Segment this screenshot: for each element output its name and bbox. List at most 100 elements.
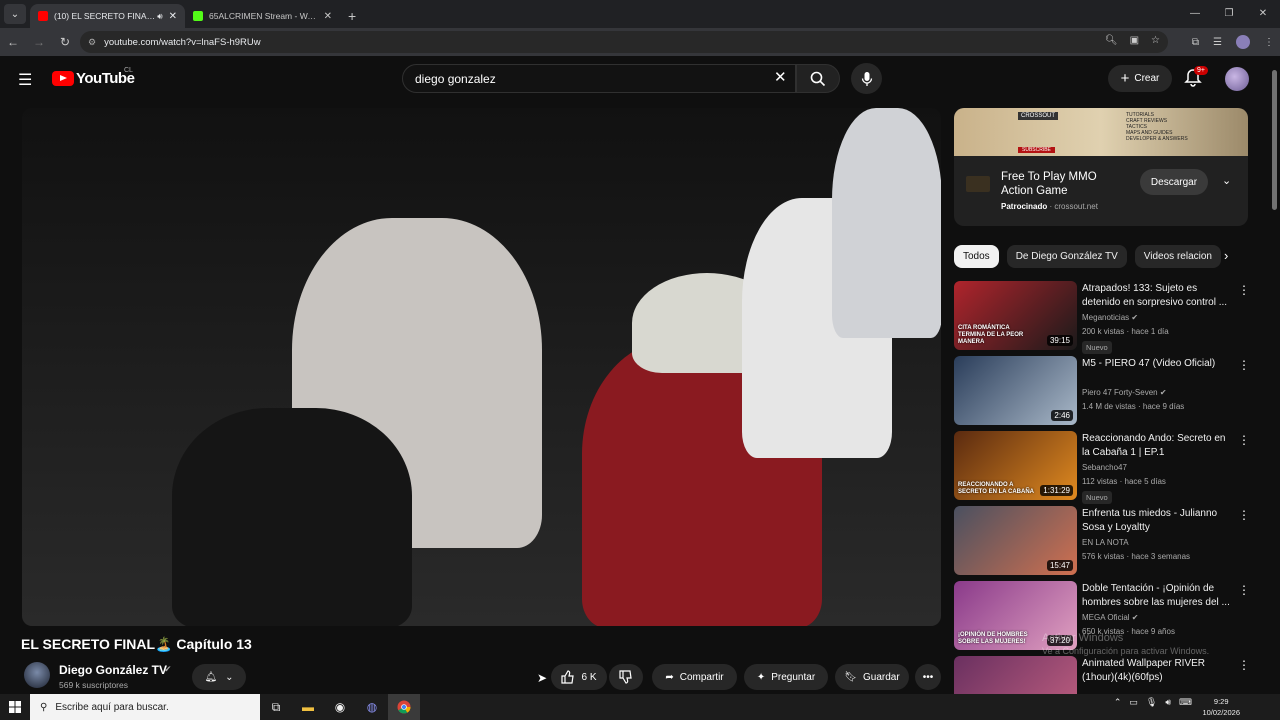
channel-avatar[interactable] [24, 662, 50, 688]
recommendation-title[interactable]: Animated Wallpaper RIVER (1hour)(4k)(60f… [1082, 657, 1230, 685]
recommendation-channel[interactable]: Piero 47 Forty-Seven ✔ [1082, 388, 1167, 397]
bookmark-star-icon[interactable]: ☆ [1151, 35, 1160, 46]
more-vertical-icon[interactable]: ⋮ [1238, 508, 1250, 522]
clear-search-icon[interactable]: ✕ [774, 68, 787, 86]
file-explorer-icon[interactable]: ▬ [292, 694, 324, 720]
recommendation-item[interactable]: REACCIONANDO A SECRETO EN LA CABAÑA 1:31:… [954, 431, 1254, 506]
site-info-icon[interactable]: ⚙ [88, 37, 96, 48]
chrome-icon[interactable] [388, 694, 420, 720]
recommendation-title[interactable]: Enfrenta tus miedos - Julianno Sosa y Lo… [1082, 507, 1230, 535]
more-vertical-icon[interactable]: ⋮ [1238, 358, 1250, 372]
volume-icon[interactable]: 🔊︎ [1165, 697, 1171, 708]
subscription-bell-button[interactable]: 🔔︎ ⌄ [192, 664, 246, 690]
video-thumbnail[interactable]: 2:46 [954, 356, 1077, 425]
dislike-button[interactable] [609, 664, 643, 690]
search-query: diego gonzalez [415, 71, 496, 86]
zoom-icon[interactable]: 🔍︎ [1105, 35, 1118, 46]
recommendation-title[interactable]: Doble Tentación - ¡Opinión de hombres so… [1082, 582, 1230, 610]
more-actions-button[interactable]: ••• [915, 664, 941, 690]
extensions-icon[interactable]: ⧉ [1192, 37, 1199, 48]
back-icon[interactable]: ← [0, 35, 26, 49]
reading-list-icon[interactable]: ☰ [1213, 37, 1222, 48]
youtube-favicon-icon [38, 11, 48, 21]
sponsored-label: Patrocinado [1001, 202, 1048, 211]
recommendation-channel[interactable]: Sebancho47 [1082, 463, 1127, 472]
tab-close-icon[interactable]: ✕ [169, 11, 177, 22]
ad-download-button[interactable]: Descargar [1140, 169, 1208, 195]
windows-start-icon[interactable] [0, 694, 30, 720]
recommendation-item[interactable]: CITA ROMÁNTICA TERMINA DE LA PEOR MANERA… [954, 281, 1254, 356]
account-avatar[interactable] [1225, 67, 1249, 91]
more-vertical-icon[interactable]: ⋮ [1238, 283, 1250, 297]
recommendation-channel[interactable]: MEGA Oficial ✔ [1082, 613, 1139, 622]
search-input[interactable]: diego gonzalez [402, 64, 796, 93]
browser-menu-icon[interactable]: ⋮ [1264, 37, 1274, 48]
recommendation-title[interactable]: M5 - PIERO 47 (Video Oficial) [1082, 357, 1230, 371]
tab-inactive[interactable]: 65ALCRIMEN Stream - Watch L ✕ [185, 4, 340, 28]
kick-favicon-icon [193, 11, 203, 21]
chip-channel[interactable]: De Diego González TV [1006, 244, 1127, 268]
minimize-icon[interactable]: — [1178, 0, 1212, 28]
recommendation-title[interactable]: Atrapados! 133: Sujeto es detenido en so… [1082, 282, 1230, 310]
chevron-down-icon[interactable]: ⌄ [1222, 174, 1231, 187]
recommendation-channel[interactable]: Meganoticias ✔ [1082, 313, 1138, 322]
mouse-cursor-icon: ➤ [537, 671, 548, 685]
speaker-icon[interactable]: 🔊︎ [157, 11, 162, 22]
recommendation-meta: 576 k vistas · hace 3 semanas [1082, 552, 1191, 561]
language-icon[interactable]: ⌨ [1179, 697, 1192, 708]
recommendation-item[interactable]: 15:47 Enfrenta tus miedos - Julianno Sosa… [954, 506, 1254, 581]
tab-close-icon[interactable]: ✕ [324, 11, 332, 22]
page-scrollbar[interactable] [1270, 64, 1278, 684]
share-button[interactable]: ➦ Compartir [652, 664, 737, 690]
menu-hamburger-icon[interactable]: ☰ [18, 70, 32, 90]
filter-chips: Todos De Diego González TV Videos relaci… [954, 244, 1221, 268]
close-window-icon[interactable]: ✕ [1246, 0, 1280, 28]
tray-chevron-icon[interactable]: ⌃ [1114, 697, 1122, 708]
tab-active[interactable]: (10) EL SECRETO FINAL🏝️ C 🔊︎ ✕ [30, 4, 185, 28]
profile-avatar-icon[interactable] [1236, 35, 1250, 49]
channel-name[interactable]: Diego González TV [59, 663, 167, 677]
bell-icon: 🔔︎ [204, 671, 218, 683]
task-view-icon[interactable]: ⧉ [260, 694, 292, 720]
tab-search-button[interactable]: ⌄ [4, 4, 26, 24]
recommendation-item[interactable]: 2:46 M5 - PIERO 47 (Video Oficial) Piero 4… [954, 356, 1254, 431]
recommendation-meta: 200 k vistas · hace 1 día [1082, 327, 1169, 336]
search-button[interactable] [796, 64, 840, 93]
save-button[interactable]: 🔖︎ Guardar [835, 664, 909, 690]
ask-button[interactable]: ✦ Preguntar [744, 664, 828, 690]
chip-all[interactable]: Todos [954, 244, 999, 268]
address-bar[interactable]: ⚙ youtube.com/watch?v=lnaFS-h9RUw 🔍︎ ▣ ☆ [80, 31, 1168, 53]
chevron-right-icon[interactable]: › [1224, 248, 1228, 263]
new-tab-icon[interactable]: + [348, 8, 356, 24]
recommendation-channel[interactable]: EN LA NOTA [1082, 538, 1129, 547]
cast-icon[interactable]: ▣ [1130, 35, 1139, 46]
video-thumbnail[interactable]: 15:47 [954, 506, 1077, 575]
video-duration: 1:31:29 [1040, 485, 1073, 496]
discord-icon[interactable]: ◍ [356, 694, 388, 720]
more-vertical-icon[interactable]: ⋮ [1238, 433, 1250, 447]
video-thumbnail[interactable]: REACCIONANDO A SECRETO EN LA CABAÑA 1:31:… [954, 431, 1077, 500]
scrollbar-thumb[interactable] [1272, 70, 1277, 210]
verified-icon: ✔ [1129, 313, 1139, 322]
video-thumbnail[interactable]: CITA ROMÁNTICA TERMINA DE LA PEOR MANERA… [954, 281, 1077, 350]
video-frame-figure [172, 408, 412, 626]
taskbar-search-input[interactable]: ⚲ Escribe aquí para buscar. [30, 694, 260, 720]
voice-search-button[interactable] [851, 63, 882, 94]
obs-icon[interactable]: ◉ [324, 694, 356, 720]
restore-icon[interactable]: ❐ [1212, 0, 1246, 28]
chip-related[interactable]: Videos relacion [1134, 244, 1221, 268]
microphone-tray-icon[interactable]: 🎙︎ [1146, 697, 1157, 708]
recommendation-title[interactable]: Reaccionando Ando: Secreto en la Cabaña … [1082, 432, 1230, 460]
youtube-logo[interactable]: YouTube CL [52, 67, 135, 87]
video-player[interactable] [22, 108, 941, 626]
like-button[interactable]: 6 K [551, 664, 607, 690]
more-vertical-icon[interactable]: ⋮ [1238, 658, 1250, 672]
sponsored-ad-card[interactable]: CROSSOUT SUBSCRIBE TUTORIALS CRAFT REVIE… [954, 108, 1248, 226]
network-icon[interactable]: ▭ [1129, 697, 1138, 708]
more-vertical-icon[interactable]: ⋮ [1238, 583, 1250, 597]
taskbar-clock[interactable]: 9:29 10/02/2026 [1202, 696, 1240, 718]
forward-icon[interactable]: → [26, 35, 52, 49]
ad-banner-image[interactable]: CROSSOUT SUBSCRIBE TUTORIALS CRAFT REVIE… [954, 108, 1248, 156]
reload-icon[interactable]: ↻ [52, 35, 78, 49]
create-button[interactable]: + Crear [1108, 65, 1172, 92]
